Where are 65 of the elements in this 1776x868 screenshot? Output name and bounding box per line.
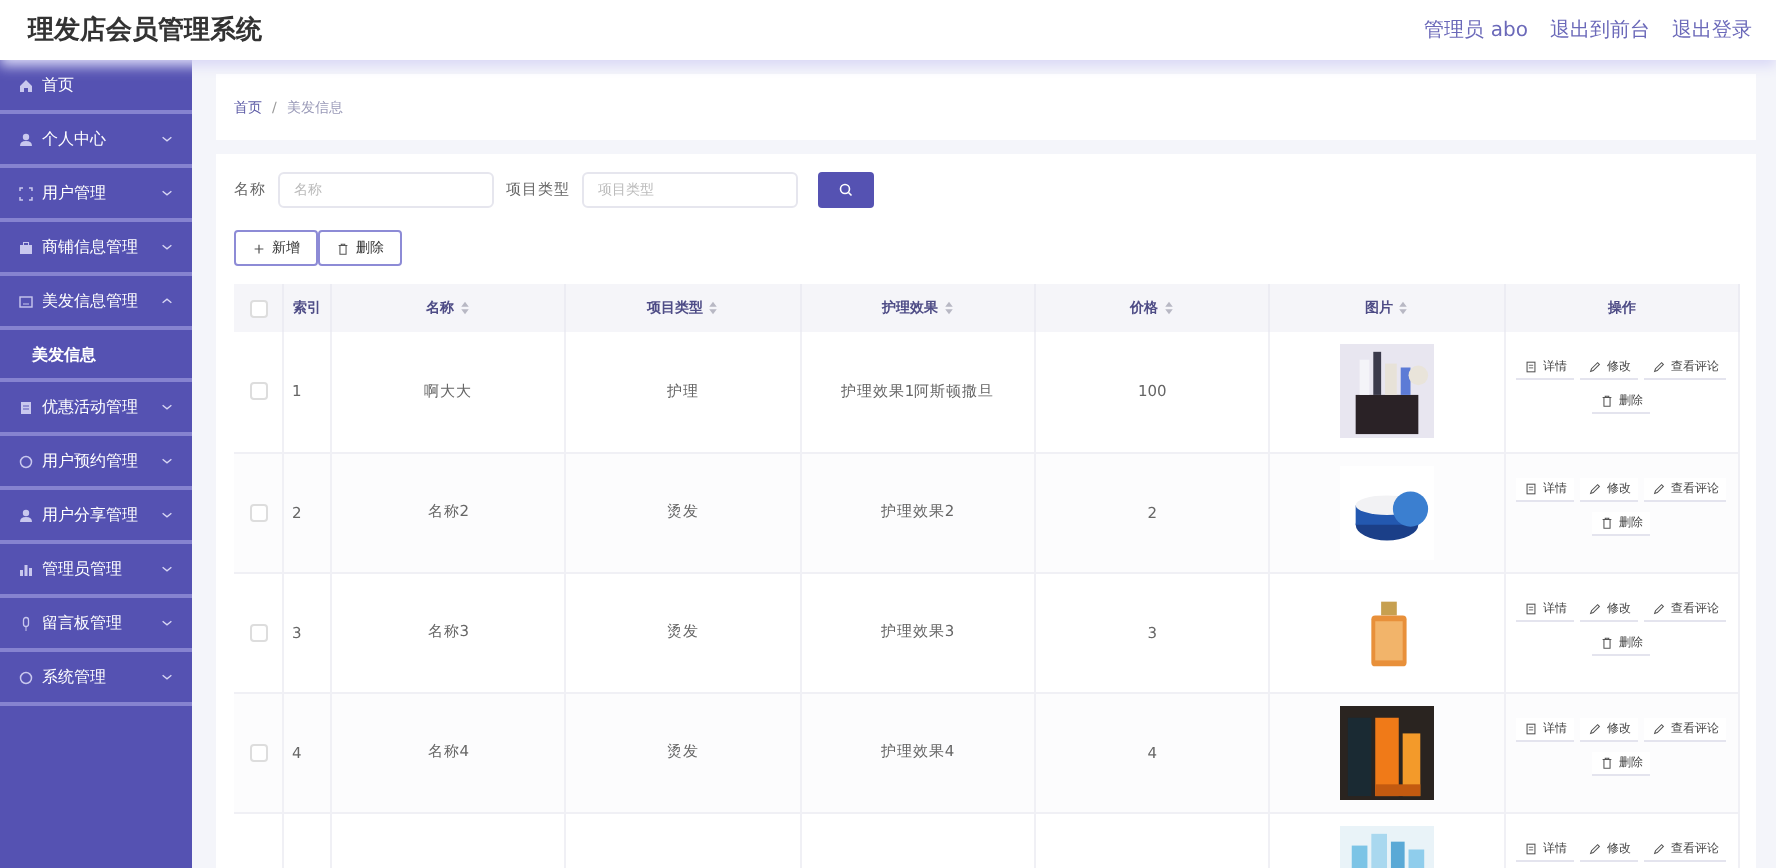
chevron-down-icon bbox=[160, 454, 174, 468]
trash-icon bbox=[1600, 755, 1615, 769]
header-link[interactable]: 退出登录 bbox=[1672, 16, 1752, 44]
sidebar-item[interactable]: 首页 bbox=[0, 60, 192, 114]
search-icon bbox=[838, 182, 854, 198]
sidebar-item[interactable]: 管理员管理 bbox=[0, 544, 192, 598]
circle-icon bbox=[18, 453, 34, 469]
circle-icon bbox=[18, 669, 34, 685]
search-button[interactable] bbox=[818, 172, 874, 208]
bar-chart-icon bbox=[18, 561, 34, 577]
checkbox[interactable] bbox=[249, 503, 267, 522]
header-link[interactable]: 管理员 abo bbox=[1424, 16, 1528, 44]
chevron-down-icon bbox=[160, 132, 174, 146]
pencil-icon bbox=[1652, 601, 1667, 615]
plus-icon bbox=[252, 241, 266, 255]
sidebar-item[interactable]: 用户管理 bbox=[0, 168, 192, 222]
trash-icon bbox=[1600, 394, 1615, 408]
chevron-down-icon bbox=[160, 400, 174, 414]
sidebar-item[interactable]: 用户预约管理 bbox=[0, 436, 192, 490]
microphone-icon bbox=[18, 615, 34, 631]
trash-icon bbox=[1600, 635, 1615, 649]
checkbox[interactable] bbox=[249, 743, 267, 762]
card-icon bbox=[18, 293, 34, 309]
document-icon bbox=[1524, 841, 1539, 855]
person-icon bbox=[18, 507, 34, 523]
pencil-icon bbox=[1588, 481, 1603, 495]
sidebar-item[interactable]: 留言板管理 bbox=[0, 598, 192, 652]
sidebar-item[interactable]: 系统管理 bbox=[0, 652, 192, 706]
pencil-icon bbox=[1652, 721, 1667, 735]
sidebar-item[interactable]: 美发信息管理 bbox=[0, 276, 192, 330]
frame-icon bbox=[18, 185, 34, 201]
sidebar-item[interactable]: 商铺信息管理 bbox=[0, 222, 192, 276]
pencil-icon bbox=[1652, 841, 1667, 855]
document-icon bbox=[1524, 601, 1539, 615]
home-icon bbox=[18, 77, 34, 93]
submenu-item[interactable]: 美发信息 bbox=[0, 330, 192, 382]
checkbox[interactable] bbox=[249, 623, 267, 642]
chevron-down-icon bbox=[160, 616, 174, 630]
trash-icon bbox=[336, 241, 350, 255]
sidebar-item[interactable]: 个人中心 bbox=[0, 114, 192, 168]
pencil-icon bbox=[1588, 841, 1603, 855]
pencil-icon bbox=[1652, 481, 1667, 495]
document-icon bbox=[1524, 481, 1539, 495]
checkbox[interactable] bbox=[249, 299, 267, 317]
person-icon bbox=[18, 131, 34, 147]
app-title: 理发店会员管理系统 bbox=[28, 13, 262, 48]
document-icon bbox=[1524, 721, 1539, 735]
pencil-icon bbox=[1588, 601, 1603, 615]
briefcase-icon bbox=[18, 239, 34, 255]
trash-icon bbox=[1600, 515, 1615, 529]
sidebar-item[interactable]: 用户分享管理 bbox=[0, 490, 192, 544]
chevron-down-icon bbox=[160, 240, 174, 254]
chevron-up-icon bbox=[160, 294, 174, 308]
header-link[interactable]: 退出到前台 bbox=[1550, 16, 1650, 44]
chevron-down-icon bbox=[160, 508, 174, 522]
document-icon bbox=[18, 399, 34, 415]
document-icon bbox=[1524, 360, 1539, 374]
pencil-icon bbox=[1588, 360, 1603, 374]
chevron-down-icon bbox=[160, 670, 174, 684]
checkbox[interactable] bbox=[249, 382, 267, 401]
chevron-down-icon bbox=[160, 186, 174, 200]
pencil-icon bbox=[1652, 360, 1667, 374]
sidebar-item[interactable]: 优惠活动管理 bbox=[0, 382, 192, 436]
chevron-down-icon bbox=[160, 562, 174, 576]
pencil-icon bbox=[1588, 721, 1603, 735]
